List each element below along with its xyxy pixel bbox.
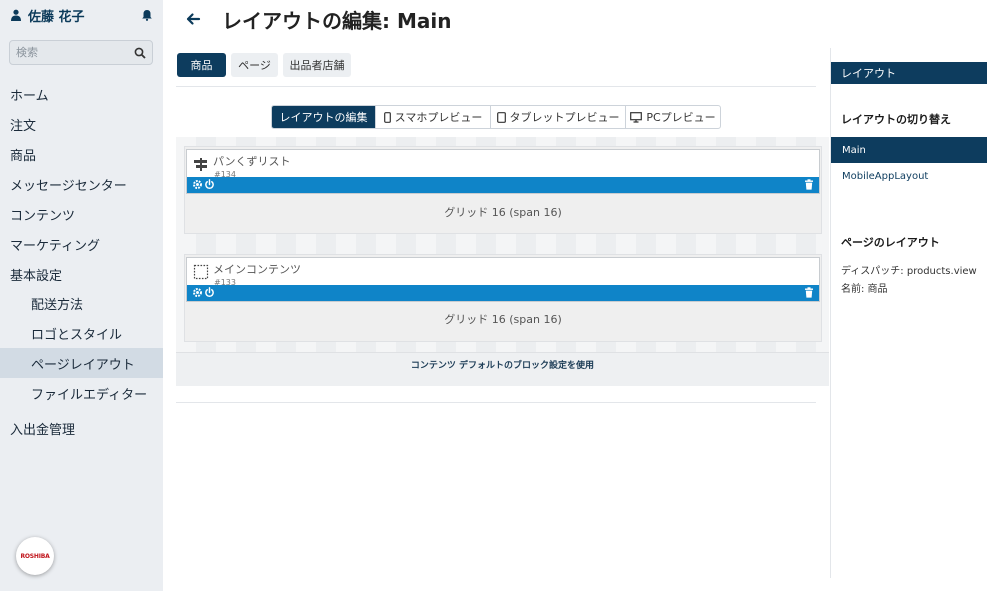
user-menu[interactable]: 佐藤 花子: [10, 6, 153, 25]
block-toolbar: [187, 285, 819, 301]
content-container-note[interactable]: コンテンツ デフォルトのブロック設定を使用: [176, 352, 829, 386]
sidebar-item-file-editor[interactable]: ファイルエディター: [0, 378, 163, 408]
gear-icon[interactable]: [192, 287, 203, 298]
divider: [176, 86, 816, 87]
sidebar: 佐藤 花子 ホーム 注文 商品 メッセージセンター コンテンツ マーケティング …: [0, 0, 163, 591]
mode-pc-preview[interactable]: PCプレビュー: [625, 106, 720, 128]
tab-products[interactable]: 商品: [177, 53, 226, 77]
layout-option-mobileapp[interactable]: MobileAppLayout: [831, 163, 987, 189]
mode-phone-preview[interactable]: スマホプレビュー: [375, 106, 490, 128]
layout-option-main[interactable]: Main: [831, 137, 987, 163]
grid-label: グリッド 16 (span 16): [444, 206, 562, 219]
right-panel-header: レイアウト: [831, 62, 987, 84]
sidebar-item-message-center[interactable]: メッセージセンター: [0, 169, 163, 199]
dashed-square-icon: [193, 264, 209, 280]
tab-pages[interactable]: ページ: [231, 53, 278, 77]
mode-edit-layout-label: レイアウトの編集: [279, 111, 368, 124]
signpost-icon: [194, 158, 207, 171]
user-icon: [11, 9, 21, 21]
sidebar-item-logo-style[interactable]: ロゴとスタイル: [0, 318, 163, 348]
power-icon[interactable]: [204, 287, 215, 298]
page-layout-title: ページのレイアウト: [841, 236, 940, 249]
monitor-icon: [630, 111, 643, 123]
tablet-icon: [496, 111, 506, 123]
layout-name-info: 名前: 商品: [841, 284, 888, 295]
layout-block[interactable]: メインコンテンツ #133: [186, 257, 820, 302]
back-arrow-icon[interactable]: [185, 11, 201, 27]
dispatch-info: ディスパッチ: products.view: [841, 266, 977, 277]
block-title: パンくずリスト: [213, 155, 291, 168]
gear-icon[interactable]: [192, 179, 203, 190]
sidebar-item-home[interactable]: ホーム: [0, 79, 163, 109]
search-icon[interactable]: [134, 47, 146, 59]
phone-icon: [383, 111, 391, 123]
grid-label: グリッド 16 (span 16): [444, 313, 562, 326]
sidebar-item-orders[interactable]: 注文: [0, 109, 163, 139]
block-title: メインコンテンツ: [213, 263, 301, 276]
trash-icon[interactable]: [804, 287, 814, 298]
sidebar-item-shipping[interactable]: 配送方法: [0, 288, 163, 318]
power-icon[interactable]: [204, 179, 215, 190]
mode-tablet-preview[interactable]: タブレットプレビュー: [490, 106, 625, 128]
layout-block[interactable]: パンくずリスト #134: [186, 149, 820, 194]
user-name: 佐藤 花子: [28, 9, 85, 25]
sidebar-item-page-layout[interactable]: ページレイアウト: [0, 348, 163, 378]
page-title: レイアウトの編集: Main: [222, 9, 452, 33]
tab-vendor-stores[interactable]: 出品者店舗: [283, 53, 351, 77]
sidebar-item-marketing[interactable]: マーケティング: [0, 229, 163, 259]
search-input[interactable]: [16, 46, 126, 59]
sidebar-item-payments[interactable]: 入出金管理: [0, 413, 163, 443]
divider: [176, 402, 816, 403]
block-toolbar: [187, 177, 819, 193]
mode-edit-layout[interactable]: レイアウトの編集: [272, 106, 375, 128]
brand-logo[interactable]: ROSHIBA: [16, 537, 54, 575]
right-panel: [830, 48, 1000, 578]
sidebar-item-settings[interactable]: 基本設定: [0, 259, 163, 289]
layout-switch-title: レイアウトの切り替え: [841, 113, 951, 126]
brand-logo-text: ROSHIBA: [20, 552, 50, 560]
search-box[interactable]: [9, 40, 153, 65]
mode-tablet-preview-label: タブレットプレビュー: [509, 111, 620, 124]
trash-icon[interactable]: [804, 179, 814, 190]
mode-switch: レイアウトの編集 スマホプレビュー タブレットプレビュー PCプレビュー: [271, 105, 721, 129]
bell-icon[interactable]: [141, 9, 153, 21]
sidebar-item-contents[interactable]: コンテンツ: [0, 199, 163, 229]
mode-pc-preview-label: PCプレビュー: [646, 111, 716, 124]
mode-phone-preview-label: スマホプレビュー: [394, 111, 483, 124]
sidebar-item-products[interactable]: 商品: [0, 139, 163, 169]
